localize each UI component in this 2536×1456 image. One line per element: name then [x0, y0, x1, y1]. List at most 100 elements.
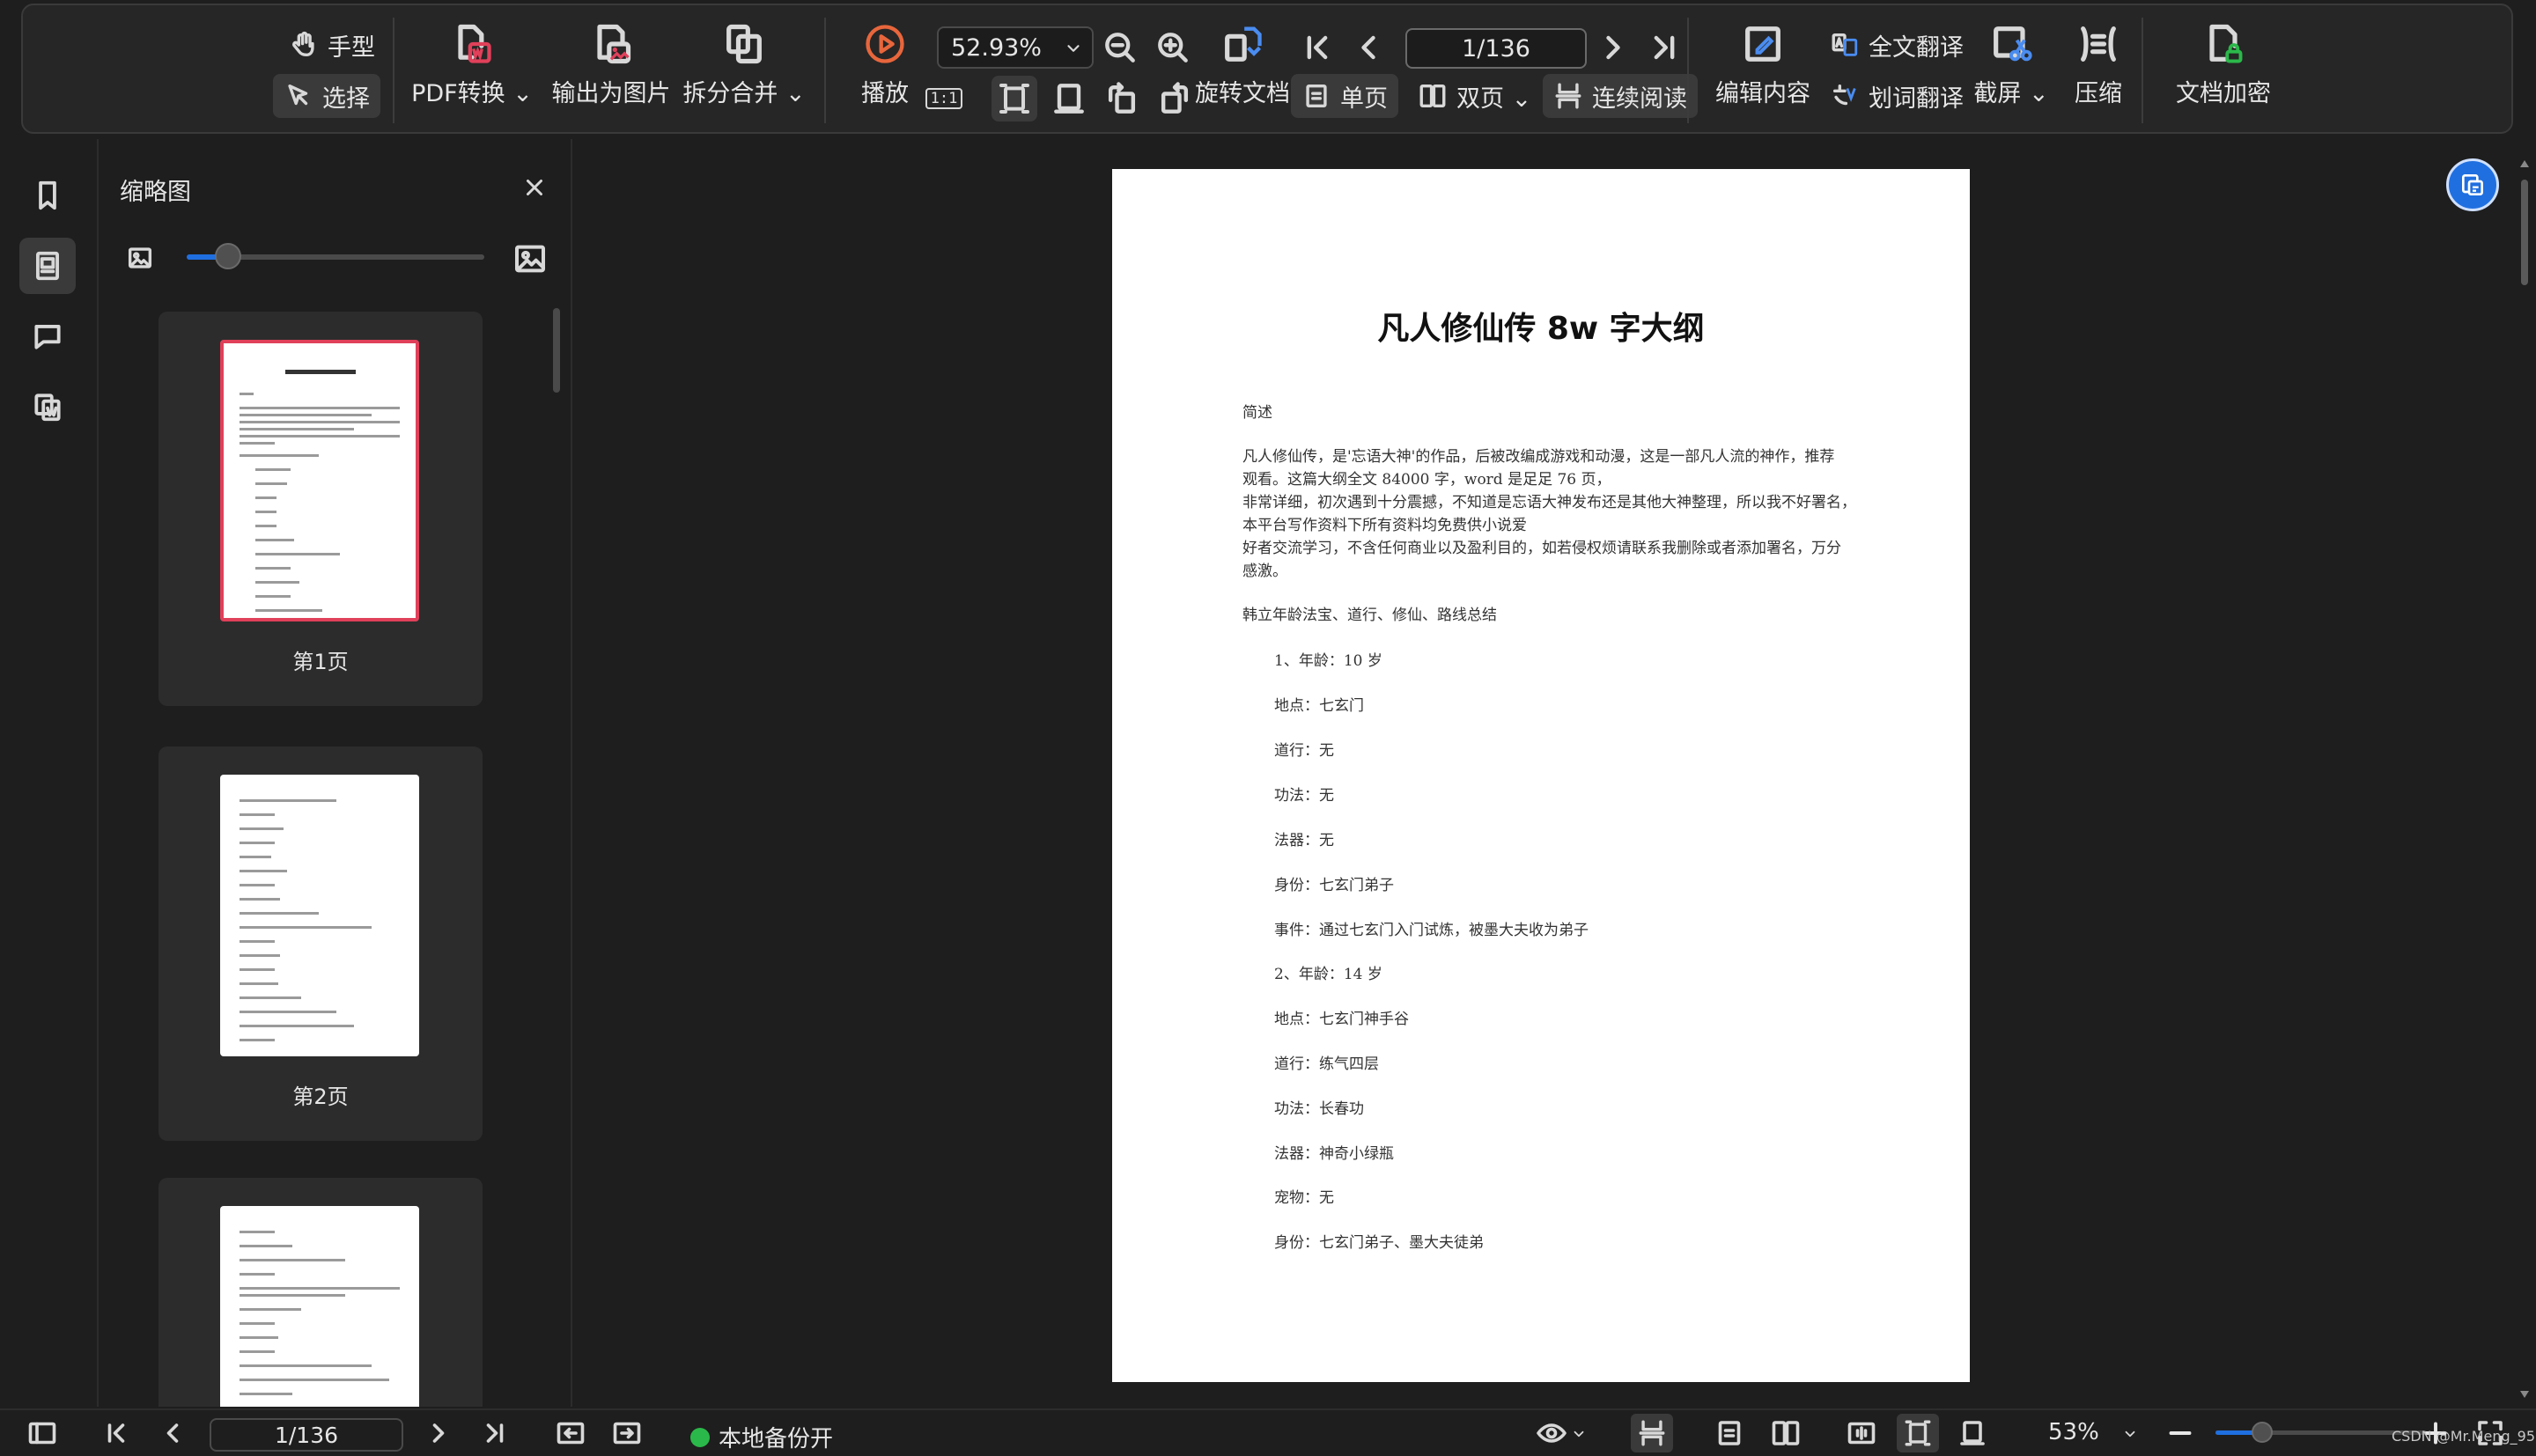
select-tool-label: 选择 — [322, 85, 370, 113]
continuous-read-icon — [1639, 1420, 1665, 1446]
full-translate-button[interactable]: 全文翻译 — [1819, 23, 1974, 67]
status-zoom-value[interactable]: 53% — [2048, 1419, 2099, 1445]
play-icon — [866, 25, 904, 63]
thumbnail-size-slider[interactable] — [187, 243, 484, 269]
split-merge-icon — [726, 24, 762, 64]
navigate-forward-icon[interactable] — [611, 1417, 643, 1449]
local-backup-toggle[interactable]: 本地备份开 — [690, 1421, 833, 1453]
actual-size-icon[interactable] — [1846, 1417, 1877, 1449]
edit-content-button[interactable]: 编辑内容 — [1701, 21, 1825, 108]
previous-page-icon[interactable] — [157, 1417, 188, 1449]
screenshot-button[interactable]: 截屏 ⌄ — [1967, 21, 2055, 108]
export-image-button[interactable]: 输出为图片 — [544, 21, 678, 108]
bookmark-icon — [39, 180, 56, 210]
thumbnail-item[interactable] — [158, 1178, 483, 1407]
scroll-up-arrow[interactable] — [2520, 160, 2529, 167]
chevron-down-icon — [1067, 45, 1080, 52]
single-page-button[interactable]: 单页 — [1291, 74, 1398, 118]
scrollbar-thumb[interactable] — [2521, 180, 2528, 285]
continuous-read-button[interactable]: 连续阅读 — [1543, 74, 1698, 118]
play-button[interactable]: 播放 — [837, 21, 933, 108]
panel-title: 缩略图 — [120, 179, 191, 206]
pdf-convert-button[interactable]: PDF转换 ⌄ — [410, 21, 534, 108]
split-merge-button[interactable]: 拆分合并 ⌄ — [678, 21, 810, 108]
document-text-line: 身份：七玄门弟子、墨大夫徒弟 — [1274, 1234, 1484, 1252]
double-page-label: 双页 ⌄ — [1456, 85, 1532, 113]
slider-handle[interactable] — [215, 243, 242, 269]
next-page-icon[interactable] — [1594, 28, 1633, 67]
document-text-line: 法器：神奇小绿瓶 — [1274, 1145, 1394, 1163]
thumbnail-scrollbar[interactable] — [553, 308, 560, 393]
single-page-label: 单页 — [1340, 85, 1388, 113]
thumbnail-item[interactable]: 第1页 — [158, 312, 483, 706]
continuous-mode-button[interactable] — [1631, 1414, 1673, 1452]
small-image-icon[interactable] — [125, 243, 155, 273]
word-translate-label: 划词翻译 — [1869, 85, 1964, 113]
navigate-back-icon[interactable] — [555, 1417, 586, 1449]
toolbar-divider — [824, 18, 826, 123]
export-image-label: 输出为图片 — [551, 80, 671, 107]
bookmark-button[interactable] — [19, 167, 76, 224]
fit-width-icon[interactable] — [1957, 1417, 1988, 1449]
toggle-sidebar-icon[interactable] — [26, 1417, 58, 1449]
status-page-input[interactable]: 1/136 — [210, 1418, 403, 1452]
zoom-select[interactable]: 52.93% — [937, 26, 1094, 69]
continuous-read-label: 连续阅读 — [1592, 85, 1687, 113]
fit-page-button[interactable] — [992, 76, 1037, 121]
page-number-input[interactable]: 1/136 — [1405, 28, 1587, 69]
encrypt-document-button[interactable]: 文档加密 — [2157, 21, 2289, 108]
edit-content-label: 编辑内容 — [1715, 80, 1810, 107]
rotate-document-button[interactable]: 旋转文档 — [1185, 21, 1300, 108]
document-text-line: 道行：无 — [1274, 742, 1334, 760]
double-page-icon[interactable] — [1770, 1417, 1802, 1449]
compress-button[interactable]: 压缩 — [2059, 21, 2138, 108]
zoom-out-minus-icon[interactable] — [2164, 1417, 2196, 1449]
document-text-line: 2、年龄：14 岁 — [1274, 966, 1382, 983]
scroll-down-arrow[interactable] — [2520, 1391, 2529, 1398]
full-translate-label: 全文翻译 — [1869, 33, 1964, 62]
document-text-line: 好者交流学习，不含任何商业以及盈利目的，如若侵权烦请联系我删除或者添加署名，万分 — [1242, 540, 1841, 557]
single-page-icon[interactable] — [1714, 1417, 1745, 1449]
zoom-out-icon[interactable] — [1101, 28, 1139, 67]
first-page-icon[interactable] — [1298, 28, 1337, 67]
rotate-left-icon[interactable] — [1102, 79, 1141, 118]
eye-icon[interactable] — [1536, 1417, 1567, 1449]
next-page-icon[interactable] — [423, 1417, 454, 1449]
document-view[interactable]: 凡人修仙传 8w 字大纲 简述 凡人修仙传，是'忘语大神'的作品，后被改编成游戏和… — [572, 139, 2536, 1407]
translate-icon — [1832, 33, 1858, 56]
attachment-button[interactable] — [19, 379, 76, 435]
word-translate-icon — [1832, 84, 1856, 106]
thumbnail-page-preview — [220, 340, 419, 621]
chevron-down-icon[interactable] — [2122, 1426, 2138, 1442]
double-page-button[interactable]: 双页 ⌄ — [1407, 74, 1542, 118]
document-scrollbar[interactable] — [2520, 160, 2529, 1401]
floating-ai-button[interactable] — [2446, 158, 2499, 211]
close-icon[interactable] — [521, 174, 548, 201]
thumbnail-item[interactable]: 第2页 — [158, 746, 483, 1141]
previous-page-icon[interactable] — [1349, 28, 1388, 67]
word-translate-button[interactable]: 划词翻译 — [1819, 74, 1974, 118]
last-page-icon[interactable] — [479, 1417, 511, 1449]
document-text-line: 宠物：无 — [1274, 1189, 1334, 1207]
rotate-document-icon — [1225, 26, 1262, 62]
select-tool-button[interactable]: 选择 — [273, 74, 380, 118]
last-page-icon[interactable] — [1645, 28, 1684, 67]
actual-size-button[interactable]: 1:1 — [925, 79, 963, 118]
document-assistant-icon — [2462, 174, 2483, 195]
comments-button[interactable] — [19, 308, 76, 364]
first-page-icon[interactable] — [100, 1417, 132, 1449]
fit-page-button[interactable] — [1897, 1414, 1939, 1452]
document-text-line: 功法：长春功 — [1274, 1100, 1364, 1118]
chevron-down-icon[interactable] — [1571, 1426, 1587, 1442]
thumbnail-icon — [36, 251, 59, 281]
document-text-line: 功法：无 — [1274, 787, 1334, 805]
scissors-icon — [1994, 26, 2032, 62]
main-toolbar: 手型 选择 PDF转换 ⌄ 输出为图片 拆分合并 ⌄ 播放 52.93% 1:1 — [21, 4, 2513, 134]
large-image-icon[interactable] — [512, 241, 548, 276]
document-text-line: 非常详细，初次遇到十分震撼，不知道是忘语大神发布还是其他大神整理，所以我不好署名… — [1242, 494, 1856, 511]
comment-icon — [34, 325, 61, 349]
fit-width-icon[interactable] — [1050, 79, 1088, 118]
zoom-slider-handle[interactable] — [2251, 1422, 2273, 1443]
thumbnail-button[interactable] — [19, 238, 76, 294]
hand-tool-button[interactable]: 手型 — [278, 23, 386, 67]
